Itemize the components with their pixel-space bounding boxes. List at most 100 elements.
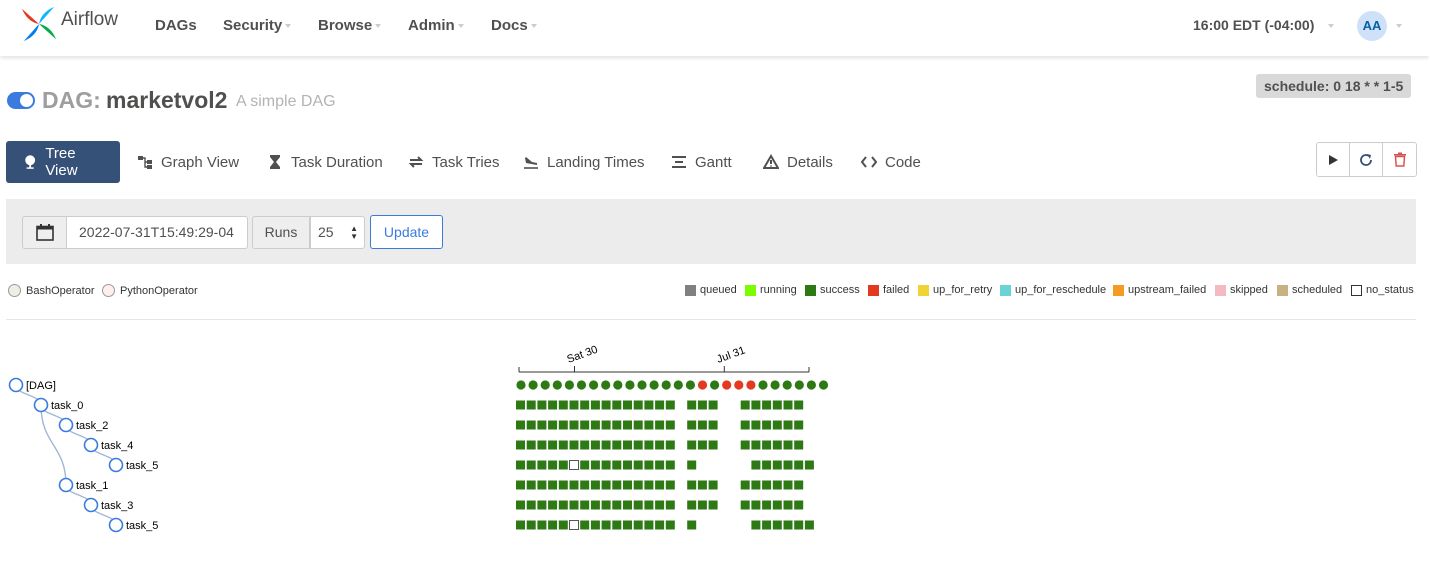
- nav-admin[interactable]: Admin: [408, 17, 464, 34]
- task-instance-square[interactable]: [762, 500, 772, 510]
- tree-node-circle[interactable]: [8, 377, 24, 393]
- task-instance-square[interactable]: [740, 500, 750, 510]
- task-instance-square[interactable]: [687, 500, 697, 510]
- nav-dags[interactable]: DAGs: [155, 17, 197, 34]
- dag-pause-toggle[interactable]: [7, 92, 35, 109]
- task-instance-square[interactable]: [665, 440, 675, 450]
- task-instance-square[interactable]: [612, 440, 622, 450]
- task-instance-square[interactable]: [580, 460, 590, 470]
- runs-select[interactable]: 25 ▲ ▼: [310, 216, 365, 249]
- task-instance-square[interactable]: [590, 500, 600, 510]
- task-instance-square[interactable]: [537, 500, 547, 510]
- task-instance-square[interactable]: [623, 520, 632, 530]
- task-instance-square[interactable]: [548, 480, 558, 490]
- trigger-dag-button[interactable]: [1317, 143, 1350, 176]
- task-instance-square[interactable]: [516, 400, 525, 410]
- task-instance-square[interactable]: [633, 460, 643, 470]
- task-instance-square[interactable]: [569, 440, 579, 450]
- task-instance-square[interactable]: [516, 440, 525, 450]
- task-instance-square[interactable]: [772, 420, 782, 430]
- calendar-button[interactable]: [22, 216, 67, 249]
- task-instance-square[interactable]: [580, 500, 590, 510]
- task-instance-square[interactable]: [601, 460, 611, 470]
- tree-node-circle[interactable]: [33, 397, 49, 413]
- task-instance-square[interactable]: [601, 520, 611, 530]
- task-instance-square[interactable]: [623, 420, 632, 430]
- task-instance-square[interactable]: [558, 500, 568, 510]
- task-instance-square[interactable]: [569, 400, 579, 410]
- task-instance-square[interactable]: [794, 520, 804, 530]
- task-instance-square[interactable]: [558, 480, 568, 490]
- task-instance-square[interactable]: [537, 420, 547, 430]
- dag-run-circle[interactable]: [516, 380, 526, 390]
- task-instance-square[interactable]: [783, 460, 793, 470]
- dag-run-circle[interactable]: [528, 380, 538, 390]
- task-instance-square[interactable]: [794, 400, 804, 410]
- task-instance-square[interactable]: [601, 420, 611, 430]
- task-instance-square[interactable]: [740, 420, 750, 430]
- dag-run-circle[interactable]: [649, 380, 659, 390]
- task-instance-square[interactable]: [623, 480, 632, 490]
- task-instance-square[interactable]: [590, 420, 600, 430]
- tree-node-circle[interactable]: [83, 437, 99, 453]
- tab-task-tries[interactable]: Task Tries: [408, 141, 500, 183]
- task-instance-square[interactable]: [783, 420, 793, 430]
- dag-run-circle[interactable]: [564, 380, 575, 390]
- task-instance-square[interactable]: [590, 400, 600, 410]
- task-instance-square[interactable]: [644, 460, 654, 470]
- dag-run-circle[interactable]: [685, 380, 696, 390]
- tree-node-circle[interactable]: [58, 417, 74, 433]
- task-instance-square[interactable]: [751, 460, 761, 470]
- task-instance-square[interactable]: [740, 440, 750, 450]
- tree-node-label[interactable]: task_5: [126, 520, 158, 532]
- airflow-brand[interactable]: Airflow: [20, 5, 118, 43]
- task-instance-square[interactable]: [687, 440, 697, 450]
- task-instance-square[interactable]: [516, 420, 525, 430]
- task-instance-square[interactable]: [794, 480, 804, 490]
- task-instance-square[interactable]: [590, 520, 600, 530]
- task-instance-square[interactable]: [580, 520, 590, 530]
- task-instance-square[interactable]: [644, 500, 654, 510]
- dag-run-circle[interactable]: [794, 380, 804, 390]
- task-instance-square[interactable]: [772, 460, 782, 470]
- task-instance-square[interactable]: [601, 480, 611, 490]
- task-instance-square[interactable]: [569, 460, 579, 470]
- tab-task-duration[interactable]: Task Duration: [267, 141, 383, 183]
- task-instance-square[interactable]: [548, 460, 558, 470]
- dag-run-circle[interactable]: [673, 380, 683, 390]
- task-instance-square[interactable]: [612, 400, 622, 410]
- task-instance-square[interactable]: [687, 420, 697, 430]
- task-instance-square[interactable]: [655, 420, 665, 430]
- task-instance-square[interactable]: [633, 400, 643, 410]
- task-instance-square[interactable]: [762, 400, 772, 410]
- task-instance-square[interactable]: [751, 440, 761, 450]
- task-instance-square[interactable]: [537, 440, 547, 450]
- nav-browse[interactable]: Browse: [318, 17, 382, 34]
- task-instance-square[interactable]: [633, 500, 643, 510]
- task-instance-square[interactable]: [665, 420, 675, 430]
- task-instance-square[interactable]: [772, 400, 782, 410]
- task-instance-square[interactable]: [569, 500, 579, 510]
- task-instance-square[interactable]: [644, 440, 654, 450]
- tree-node-circle[interactable]: [58, 477, 74, 493]
- tree-node-circle[interactable]: [108, 457, 124, 473]
- task-instance-square[interactable]: [665, 520, 675, 530]
- task-instance-square[interactable]: [644, 520, 654, 530]
- task-instance-square[interactable]: [580, 480, 590, 490]
- task-instance-square[interactable]: [665, 480, 675, 490]
- task-instance-square[interactable]: [762, 440, 772, 450]
- tab-tree-view[interactable]: Tree View: [6, 141, 120, 183]
- task-instance-square[interactable]: [783, 480, 793, 490]
- delete-dag-button[interactable]: [1383, 143, 1416, 176]
- nav-security[interactable]: Security: [223, 17, 292, 34]
- task-instance-square[interactable]: [697, 500, 707, 510]
- task-instance-square[interactable]: [772, 440, 782, 450]
- task-instance-square[interactable]: [740, 480, 750, 490]
- task-instance-square[interactable]: [590, 440, 600, 450]
- task-instance-square[interactable]: [537, 460, 547, 470]
- task-instance-square[interactable]: [697, 400, 707, 410]
- tree-node-label[interactable]: task_2: [76, 420, 108, 432]
- tree-node-label[interactable]: task_0: [51, 400, 83, 412]
- task-instance-square[interactable]: [623, 440, 632, 450]
- task-instance-square[interactable]: [687, 520, 697, 530]
